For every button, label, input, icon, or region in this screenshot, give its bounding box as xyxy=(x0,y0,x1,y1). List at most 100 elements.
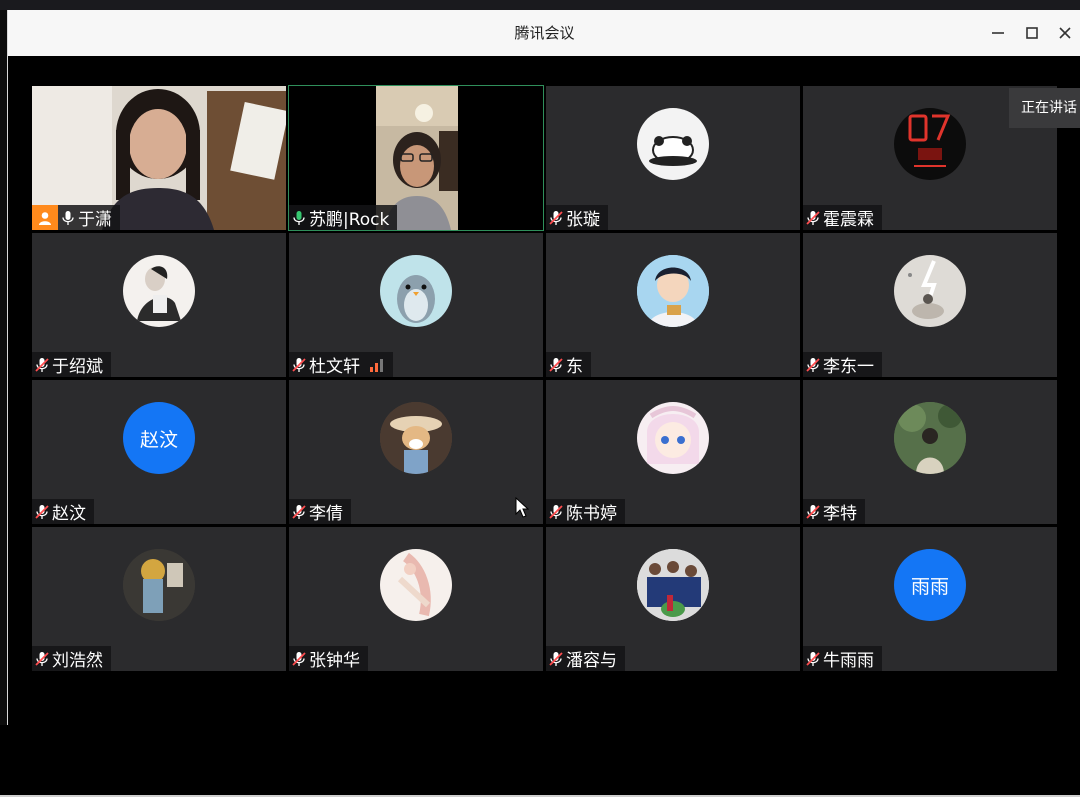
neon-avatar-image xyxy=(908,114,951,167)
shiba-avatar-image xyxy=(380,402,452,474)
participant-name-label: 于潇 xyxy=(32,205,120,230)
participant-name-label: 东 xyxy=(546,352,591,377)
participant-name-label: 李倩 xyxy=(289,499,351,524)
participant-name-label: 潘容与 xyxy=(546,646,625,671)
participant-avatar xyxy=(123,255,195,327)
watercolor-avatar-image xyxy=(397,552,431,617)
participant-tile[interactable]: 杜文轩 xyxy=(289,233,543,377)
participant-tile[interactable]: 李特 xyxy=(803,380,1057,524)
host-badge xyxy=(32,205,58,230)
participant-tile[interactable]: 张钟华 xyxy=(289,527,543,671)
participant-tile[interactable]: 李东一 xyxy=(803,233,1057,377)
forest-person-avatar-image xyxy=(894,402,966,474)
mic-muted-icon xyxy=(548,504,564,520)
host-user-icon xyxy=(39,211,51,225)
minimize-icon xyxy=(992,32,1004,34)
participant-name-label: 李东一 xyxy=(803,352,882,377)
participant-avatar xyxy=(637,549,709,621)
anime-girl-avatar-image xyxy=(647,406,699,464)
participant-name-label: 刘浩然 xyxy=(32,646,111,671)
anime-boy-avatar-image xyxy=(637,255,709,327)
participant-tile[interactable]: 张璇 xyxy=(546,86,800,230)
penguin-avatar-image xyxy=(397,275,435,323)
maximize-icon xyxy=(1026,27,1038,39)
avatar-initials: 赵汶 xyxy=(139,428,178,451)
participant-name-label: 李特 xyxy=(803,499,865,524)
participant-name: 赵汶 xyxy=(52,504,86,524)
participant-name-label: 陈书婷 xyxy=(546,499,625,524)
close-button[interactable] xyxy=(1048,10,1080,56)
maximize-button[interactable] xyxy=(1015,10,1049,56)
participant-tile[interactable]: 于潇 xyxy=(32,86,286,230)
participant-name: 牛雨雨 xyxy=(823,651,874,671)
participant-avatar xyxy=(380,549,452,621)
mic-muted-icon xyxy=(805,504,821,520)
participant-avatar xyxy=(894,402,966,474)
football-team-avatar-image xyxy=(637,549,709,621)
participant-avatar xyxy=(637,402,709,474)
participant-avatar xyxy=(894,255,966,327)
participant-name: 杜文轩 xyxy=(309,357,360,377)
participant-avatar xyxy=(637,255,709,327)
participant-avatar xyxy=(637,108,709,180)
participant-name-label: 苏鹏|Rock xyxy=(289,205,398,230)
mic-muted-icon xyxy=(805,651,821,667)
participant-tile[interactable]: 赵汶 赵汶 xyxy=(32,380,286,524)
participant-name-label: 牛雨雨 xyxy=(803,646,882,671)
mic-muted-icon xyxy=(548,210,564,226)
mic-muted-icon xyxy=(805,210,821,226)
video-stage: 于潇 苏鹏|Rock 张璇 霍震霖 于绍斌 杜文轩 东 李东一 赵汶 赵汶 李倩… xyxy=(8,56,1080,725)
participant-name: 于绍斌 xyxy=(52,357,103,377)
illustration-avatar-image xyxy=(908,260,944,319)
sketch-avatar-image xyxy=(137,266,181,321)
mic-muted-icon xyxy=(805,357,821,373)
participant-name-label: 杜文轩 xyxy=(289,352,393,377)
participant-avatar: 雨雨 xyxy=(894,549,966,621)
mic-muted-icon xyxy=(291,357,307,373)
participant-tile[interactable]: 刘浩然 xyxy=(32,527,286,671)
participant-grid: 于潇 苏鹏|Rock 张璇 霍震霖 于绍斌 杜文轩 东 李东一 赵汶 赵汶 李倩… xyxy=(32,85,1060,671)
panda-avatar-image xyxy=(649,136,697,166)
participant-tile[interactable]: 于绍斌 xyxy=(32,233,286,377)
mic-muted-icon xyxy=(291,504,307,520)
participant-tile[interactable]: 陈书婷 xyxy=(546,380,800,524)
desktop-left-edge xyxy=(0,10,7,725)
mic-muted-icon xyxy=(548,651,564,667)
participant-name-label: 张钟华 xyxy=(289,646,368,671)
speaking-indicator[interactable]: 正在讲话 xyxy=(1009,88,1080,128)
participant-name: 李东一 xyxy=(823,357,874,377)
mic-muted-icon xyxy=(548,357,564,373)
participant-name: 潘容与 xyxy=(566,651,617,671)
participant-tile-speaking[interactable]: 苏鹏|Rock xyxy=(288,85,544,231)
participant-avatar xyxy=(380,402,452,474)
mic-muted-icon xyxy=(34,357,50,373)
mouse-cursor-icon xyxy=(515,497,529,518)
participant-tile[interactable]: 雨雨 牛雨雨 xyxy=(803,527,1057,671)
participant-tile[interactable]: 东 xyxy=(546,233,800,377)
participant-name: 李倩 xyxy=(309,504,343,524)
mic-muted-icon xyxy=(34,504,50,520)
minimize-button[interactable] xyxy=(981,10,1015,56)
desktop-bottom-area xyxy=(0,725,1080,797)
mic-muted-icon xyxy=(34,651,50,667)
desktop-strip xyxy=(0,0,1080,10)
avatar-initials: 雨雨 xyxy=(910,575,949,598)
participant-name: 张璇 xyxy=(566,210,600,230)
mic-muted-icon xyxy=(291,651,307,667)
participant-name-label: 赵汶 xyxy=(32,499,94,524)
participant-name: 苏鹏|Rock xyxy=(309,210,390,230)
network-signal-icon xyxy=(370,358,385,372)
participant-name-label: 霍震霖 xyxy=(803,205,882,230)
participant-name: 霍震霖 xyxy=(823,210,874,230)
participant-tile[interactable]: 李倩 xyxy=(289,380,543,524)
participant-name-label: 张璇 xyxy=(546,205,608,230)
participant-name: 于潇 xyxy=(78,210,112,230)
participant-avatar xyxy=(123,549,195,621)
close-icon xyxy=(1059,27,1071,39)
participant-tile[interactable]: 潘容与 xyxy=(546,527,800,671)
meeting-window: 腾讯会议 于潇 苏鹏|Rock 张璇 霍震霖 于绍斌 杜文轩 东 李东一 赵汶 … xyxy=(7,10,1080,725)
title-bar: 腾讯会议 xyxy=(8,10,1080,56)
mic-on-icon xyxy=(60,210,76,226)
participant-name: 陈书婷 xyxy=(566,504,617,524)
participant-avatar: 赵汶 xyxy=(123,402,195,474)
